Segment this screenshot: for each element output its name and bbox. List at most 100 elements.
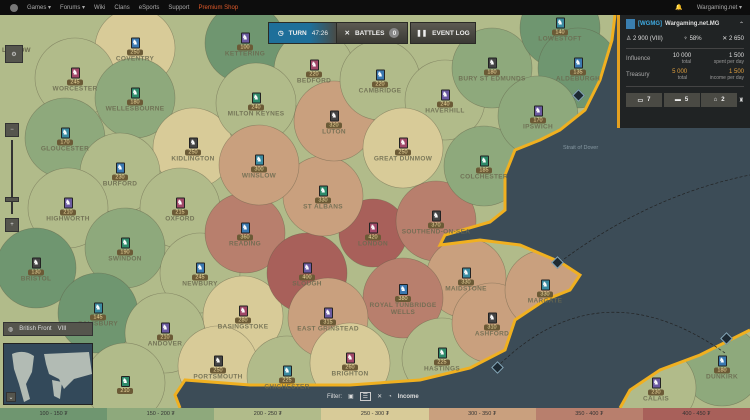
clan-emblem-icon[interactable]: ♞ [479,155,489,167]
clan-emblem-icon[interactable]: ♞ [31,257,41,269]
clan-emblem-icon[interactable]: ♞ [240,222,250,234]
zoom-slider-handle[interactable] [5,197,19,202]
clan-emblem-icon[interactable]: ♞ [398,284,408,295]
province[interactable]: ♞ 300 Winslow [219,154,299,180]
clan-emblem-icon[interactable]: ♞ [188,137,198,149]
province[interactable]: ♞ 250 Portsmouth [178,355,258,381]
headquarters-button[interactable]: ⌂ 2 [701,93,738,107]
province[interactable]: ♞ 135 Aldeburgh [538,57,618,83]
province[interactable]: ♞ 210 [85,376,165,394]
clan-emblem-icon[interactable]: ♞ [238,305,248,317]
clan-emblem-icon[interactable]: ♞ [368,222,378,234]
clan-emblem-icon[interactable]: ♞ [120,376,130,387]
province[interactable]: ♞ 190 Swindon [85,237,165,263]
nav-clans[interactable]: Clans [114,5,129,11]
province[interactable]: ♞ 185 Colchester [444,155,524,181]
province[interactable]: ♞ 225 Hastings [402,347,482,373]
collapse-minimap-button[interactable]: ⌄ [6,392,16,402]
province[interactable]: ♞ 315 East Grinstead [288,307,368,333]
collapse-chevron-icon[interactable]: ⌃ [739,21,744,28]
clan-emblem-icon[interactable]: ♞ [437,347,447,359]
battles-button[interactable]: ✕ BATTLES 0 [336,22,408,44]
filter-battles-icon[interactable]: ✕ [377,393,382,400]
clan-emblem-icon[interactable]: ♞ [175,197,185,209]
clan-emblem-icon[interactable]: ♞ [540,279,550,291]
clan-tag[interactable]: [WGMG] [638,21,662,27]
zoom-in-button[interactable]: + [5,218,19,232]
clan-emblem-icon[interactable]: ♞ [487,312,497,324]
province[interactable]: ♞ 310 Ashford [452,312,532,338]
clan-emblem-icon[interactable]: ♞ [120,237,130,249]
event-log-button[interactable]: ❚❚ EVENT LOG [410,22,476,44]
nav-wiki[interactable]: Wiki [94,5,105,11]
clan-emblem-icon[interactable]: ♞ [651,377,661,389]
clan-emblem-icon[interactable]: ♞ [195,262,205,274]
clan-emblem-icon[interactable]: ♞ [160,322,170,334]
clan-emblem-icon[interactable]: ♞ [533,105,543,117]
clan-emblem-icon[interactable]: ♞ [345,352,355,364]
zoom-slider[interactable] [11,140,13,214]
clan-emblem-icon[interactable]: ♞ [323,307,333,319]
province[interactable]: ♞ 250 Coventry [95,37,175,63]
clan-name[interactable]: Wargaming.net.MG [665,21,719,27]
province[interactable]: ♞ 130 Bristol [0,257,76,283]
province[interactable]: ♞ 240 Haverhill [405,89,485,115]
nav-esports[interactable]: eSports [139,5,160,11]
province[interactable]: ♞ 140 Lowestoft [520,17,600,43]
clan-emblem-icon[interactable]: ♞ [282,365,292,377]
province[interactable]: ♞ 250 Great Dunmow [363,137,443,163]
clan-emblem-icon[interactable]: ♞ [251,92,261,104]
clan-emblem-icon[interactable]: ♞ [115,162,125,174]
divisions-button[interactable]: ▬ 5 [663,93,700,107]
filter-timing-icon[interactable]: ◔ [388,394,392,400]
province[interactable]: ♞ 320 Luton [294,110,374,136]
grenade-icon[interactable]: ♜ [739,97,744,104]
province[interactable]: ♞ 180 Wellesbourne [95,87,175,113]
clan-emblem-icon[interactable]: ♞ [398,137,408,149]
clan-emblem-icon[interactable]: ♞ [93,302,103,314]
clan-emblem-icon[interactable]: ♞ [461,267,471,279]
clan-emblem-icon[interactable]: ♞ [63,197,73,209]
provinces-button[interactable]: ▭ 7 [626,93,662,107]
clan-emblem-icon[interactable]: ♞ [302,262,312,274]
clan-emblem-icon[interactable]: ♞ [70,67,80,79]
clan-emblem-icon[interactable]: ♞ [309,59,319,71]
province[interactable]: ♞ 330 St Albans [283,185,363,211]
clan-emblem-icon[interactable]: ♞ [240,32,250,44]
province[interactable]: ♞ 240 Milton Keynes [216,92,296,118]
minimap[interactable]: ⌄ [3,343,93,405]
clan-emblem-icon[interactable]: ♞ [717,355,727,367]
province[interactable]: ♞ 330 Margate [505,279,585,305]
province[interactable]: ♞ 230 Calais [616,377,696,403]
nav-premium-shop[interactable]: Premium Shop [198,5,238,11]
clan-emblem-icon[interactable]: ♞ [329,110,339,122]
nav-games[interactable]: Games ▾ [27,4,51,11]
province[interactable]: ♞ 260 Brighton [310,352,390,378]
province[interactable]: ♞ 180 Bury St Edmunds [452,57,532,83]
province[interactable]: ♞ 170 Gloucester [25,127,105,153]
clan-emblem-icon[interactable]: ♞ [487,57,497,69]
wargaming-logo-icon[interactable] [10,3,18,12]
province[interactable]: ♞ 210 Andover [125,322,205,348]
clan-emblem-icon[interactable]: ♞ [130,37,140,49]
clan-emblem-icon[interactable]: ♞ [318,185,328,197]
bell-icon[interactable]: 🔔 [675,4,682,11]
province[interactable]: ♞ 370 Southend-on-Sea [396,210,476,236]
province[interactable]: ♞ 215 Oxford [140,197,220,223]
front-selector[interactable]: ◍ British Front VIII [3,322,93,336]
nav-support[interactable]: Support [168,5,189,11]
filter-income-icon[interactable]: ☰ [359,392,372,401]
clan-emblem-icon[interactable]: ♞ [375,69,385,81]
clan-emblem-icon[interactable]: ♞ [440,89,450,101]
zoom-out-button[interactable]: − [5,123,19,137]
clan-emblem-icon[interactable]: ♞ [254,154,264,166]
clan-emblem-icon[interactable]: ♞ [431,210,441,222]
clan-emblem-icon[interactable]: ♞ [130,87,140,99]
province[interactable]: ♞ 360 Reading [205,222,285,248]
province[interactable]: ♞ 230 Burford [80,162,160,188]
province[interactable]: ♞ 210 Highworth [28,197,108,223]
province[interactable]: ♞ 280 Basingstoke [203,305,283,331]
clan-emblem-icon[interactable]: ♞ [60,127,70,139]
account-menu[interactable]: Wargaming.net ▾ [697,4,742,11]
province[interactable]: ♞ 170 Ipswich [498,105,578,131]
